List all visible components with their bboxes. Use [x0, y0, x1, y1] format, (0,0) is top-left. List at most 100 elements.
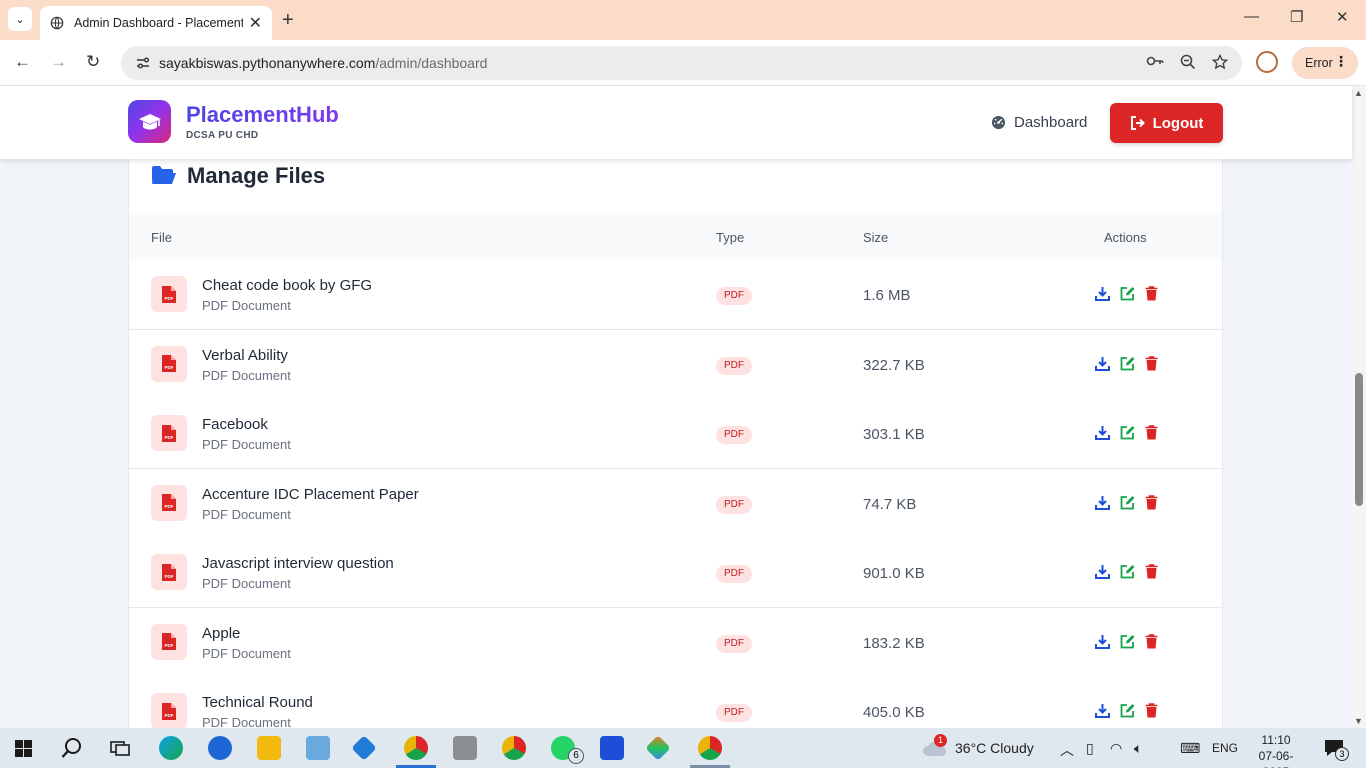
logout-button[interactable]: Logout	[1110, 103, 1223, 143]
scrollbar-thumb[interactable]	[1355, 373, 1363, 506]
windows-start-icon[interactable]	[15, 740, 32, 757]
edit-icon[interactable]	[1120, 356, 1135, 371]
download-icon[interactable]	[1095, 495, 1110, 510]
file-type-badge: PDF	[716, 565, 752, 583]
minimize-button[interactable]: —	[1244, 8, 1259, 25]
download-icon[interactable]	[1095, 286, 1110, 301]
svg-text:PDF: PDF	[165, 435, 174, 440]
trash-icon[interactable]	[1145, 703, 1158, 718]
file-explorer-icon[interactable]	[257, 736, 281, 760]
notification-badge: 3	[1335, 747, 1349, 761]
file-name[interactable]: Cheat code book by GFG	[202, 277, 372, 294]
nav-dashboard-label: Dashboard	[1014, 114, 1088, 131]
new-tab-button[interactable]: +	[282, 9, 294, 32]
task-view-icon[interactable]	[110, 739, 130, 757]
trash-icon[interactable]	[1145, 633, 1158, 649]
file-name[interactable]: Technical Round	[202, 694, 313, 711]
profile-error-button[interactable]: Error ⋮	[1292, 47, 1358, 79]
chrome-icon[interactable]	[404, 736, 428, 760]
nav-dashboard-link[interactable]: Dashboard	[991, 114, 1087, 131]
zoom-icon[interactable]	[1180, 54, 1196, 70]
address-bar[interactable]: sayakbiswas.pythonanywhere.com/admin/das…	[121, 46, 1242, 80]
file-subtype: PDF Document	[202, 645, 291, 661]
app-launcher-icon[interactable]	[645, 735, 671, 761]
scroll-up-icon[interactable]: ▲	[1354, 88, 1363, 98]
chrome-profile-icon[interactable]	[698, 736, 722, 760]
download-icon[interactable]	[1095, 356, 1110, 371]
edit-icon[interactable]	[1120, 564, 1135, 579]
profile-avatar-icon[interactable]	[1256, 51, 1278, 73]
weather-badge: 1	[934, 734, 947, 747]
language-indicator[interactable]: ENG	[1212, 741, 1238, 755]
key-icon[interactable]	[1146, 54, 1164, 68]
close-tab-icon[interactable]: ✕	[249, 13, 262, 33]
file-name[interactable]: Facebook	[202, 416, 268, 433]
trash-icon[interactable]	[1145, 425, 1158, 440]
browser-tab-active[interactable]: Admin Dashboard - Placement ✕	[40, 6, 272, 40]
file-name[interactable]: Accenture IDC Placement Paper	[202, 486, 419, 503]
edit-icon[interactable]	[1120, 425, 1135, 440]
back-button[interactable]: ←	[14, 52, 31, 72]
file-type-badge: PDF	[716, 426, 752, 444]
graduation-cap-logo-icon[interactable]	[128, 100, 171, 143]
word-icon[interactable]	[600, 736, 624, 760]
file-name[interactable]: Javascript interview question	[202, 555, 394, 572]
battery-icon[interactable]: ▯	[1086, 740, 1094, 757]
chrome-icon[interactable]	[502, 736, 526, 760]
pdf-file-icon: PDF	[151, 345, 187, 382]
file-name[interactable]: Apple	[202, 625, 240, 642]
site-info-icon[interactable]	[135, 55, 151, 71]
more-menu-icon[interactable]: ⋮	[1334, 53, 1348, 70]
wifi-icon[interactable]: ◠	[1110, 740, 1122, 757]
windows-taskbar: 6 1 36°C Cloudy ︿ ▯ ◠ 🔈︎ ⌨︎ ENG 11:10 07…	[0, 728, 1366, 768]
scroll-down-icon[interactable]: ▼	[1354, 716, 1363, 726]
file-size: 901.0 KB	[863, 565, 925, 582]
edit-icon[interactable]	[1120, 703, 1135, 718]
edit-icon[interactable]	[1120, 286, 1135, 301]
search-icon[interactable]	[61, 737, 83, 759]
trash-icon[interactable]	[1145, 564, 1158, 579]
clock-date: 07-06-2025	[1258, 749, 1294, 768]
table-row: PDF Accenture IDC Placement Paper PDF Do…	[129, 468, 1222, 539]
pdf-file-icon: PDF	[151, 484, 187, 521]
pdf-file-icon: PDF	[151, 415, 187, 451]
bluetooth-icon[interactable]	[208, 736, 232, 760]
trash-icon[interactable]	[1145, 494, 1158, 510]
edge-icon[interactable]	[159, 736, 183, 760]
file-type-badge: PDF	[716, 287, 752, 305]
header-file: File	[151, 230, 172, 245]
download-icon[interactable]	[1095, 703, 1110, 718]
chevron-up-icon[interactable]: ︿	[1060, 740, 1074, 760]
weather-text[interactable]: 36°C Cloudy	[955, 740, 1034, 756]
bookmark-star-icon[interactable]	[1212, 54, 1228, 70]
brand-name[interactable]: PlacementHub	[186, 102, 339, 128]
forward-button[interactable]: →	[50, 52, 67, 72]
svg-text:PDF: PDF	[165, 713, 174, 718]
page-scrollbar[interactable]: ▲ ▼	[1352, 86, 1366, 728]
row-actions	[1095, 564, 1158, 579]
keyboard-icon[interactable]: ⌨︎	[1180, 740, 1200, 757]
table-row: PDF Javascript interview question PDF Do…	[129, 538, 1222, 608]
vscode-icon[interactable]	[351, 735, 377, 761]
file-name[interactable]: Verbal Ability	[202, 347, 288, 364]
table-row: PDF Technical Round PDF Document PDF 405…	[129, 677, 1222, 728]
control-panel-icon[interactable]	[306, 736, 330, 760]
close-window-button[interactable]: ✕	[1336, 8, 1349, 26]
trash-icon[interactable]	[1145, 286, 1158, 301]
download-icon[interactable]	[1095, 425, 1110, 440]
svg-text:PDF: PDF	[165, 365, 174, 370]
download-icon[interactable]	[1095, 564, 1110, 579]
speaker-icon[interactable]: 🔈︎	[1134, 740, 1142, 757]
download-icon[interactable]	[1095, 634, 1110, 649]
restore-button[interactable]: ❐	[1290, 8, 1303, 26]
file-type-badge: PDF	[716, 356, 752, 375]
edit-icon[interactable]	[1120, 495, 1135, 510]
edit-icon[interactable]	[1120, 634, 1135, 649]
file-type-badge: PDF	[716, 704, 752, 722]
reload-button[interactable]: ↻	[86, 52, 100, 72]
calculator-icon[interactable]	[453, 736, 477, 760]
clock[interactable]: 11:10 07-06-2025	[1248, 732, 1304, 768]
table-row: PDF Facebook PDF Document PDF 303.1 KB	[129, 399, 1222, 469]
trash-icon[interactable]	[1145, 355, 1158, 371]
tab-search-button[interactable]: ⌄	[8, 7, 32, 31]
